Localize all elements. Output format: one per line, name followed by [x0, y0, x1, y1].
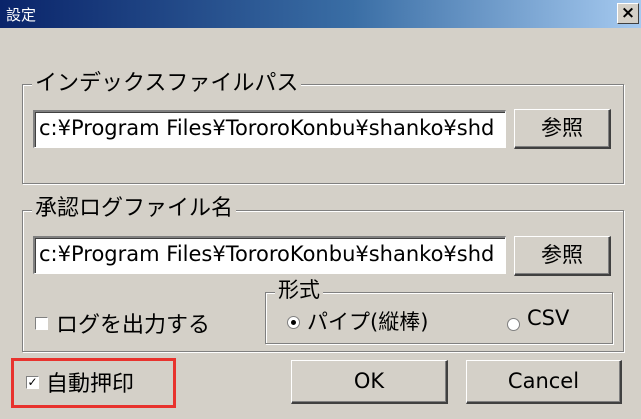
- index-file-legend: インデックスファイルパス: [32, 71, 302, 97]
- checkmark-icon: ✓: [27, 375, 38, 389]
- index-path-input[interactable]: c:¥Program Files¥TororoKonbu¥shanko¥shd: [33, 110, 506, 148]
- close-button[interactable]: ×: [617, 3, 639, 24]
- approval-log-legend: 承認ログファイル名: [32, 196, 237, 222]
- index-browse-button[interactable]: 参照: [514, 109, 611, 149]
- close-icon: ×: [620, 3, 636, 23]
- format-pipe-radio[interactable]: [287, 316, 300, 329]
- cancel-button[interactable]: Cancel: [466, 360, 622, 404]
- title-bar: 設定 ×: [0, 0, 641, 28]
- auto-stamp-checkbox[interactable]: ✓: [26, 376, 39, 389]
- log-browse-button[interactable]: 参照: [514, 236, 611, 276]
- format-pipe-label: パイプ(縦棒): [307, 310, 429, 334]
- output-log-checkbox[interactable]: [35, 317, 48, 330]
- log-path-input[interactable]: c:¥Program Files¥TororoKonbu¥shanko¥shd: [33, 236, 506, 274]
- format-csv-label: CSV: [527, 306, 570, 330]
- format-legend: 形式: [275, 277, 323, 303]
- output-log-label: ログを出力する: [56, 313, 211, 338]
- window-title: 設定: [6, 6, 37, 24]
- radio-selected-dot: [291, 320, 296, 325]
- auto-stamp-label: 自動押印: [46, 372, 135, 397]
- format-csv-radio[interactable]: [507, 318, 520, 331]
- ok-button[interactable]: OK: [291, 360, 448, 404]
